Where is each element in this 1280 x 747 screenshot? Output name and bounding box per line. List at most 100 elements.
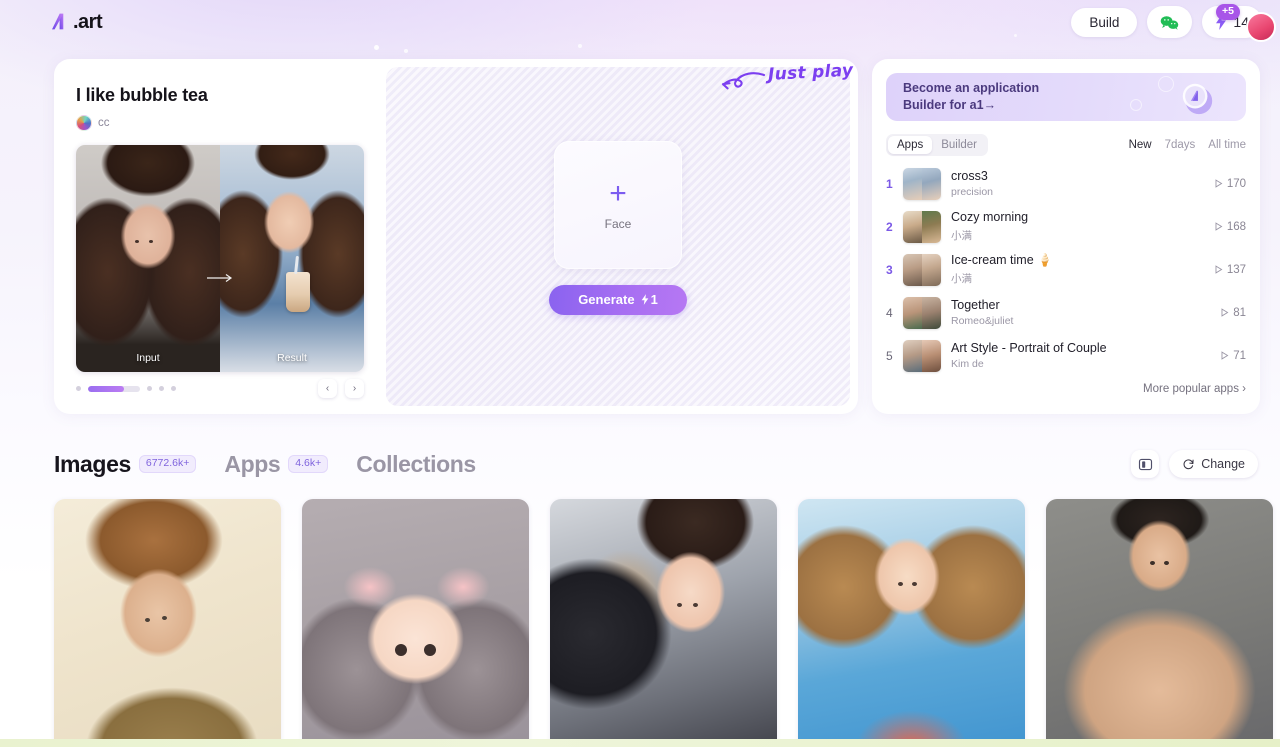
- filter-all-time[interactable]: All time: [1208, 139, 1246, 151]
- build-button[interactable]: Build: [1071, 7, 1138, 37]
- gallery-card-chibi-girl[interactable]: [302, 499, 529, 747]
- tab-collections[interactable]: Collections: [356, 451, 476, 478]
- gallery-card-illustrated-woman[interactable]: [798, 499, 1025, 747]
- background-sparkle: [404, 49, 408, 53]
- face-upload-dropzone[interactable]: + Face: [554, 140, 682, 269]
- gallery-tabs: Images 6772.6k+ Apps 4.6k+ Collections: [54, 451, 476, 478]
- carousel-dot[interactable]: [147, 386, 152, 391]
- rank-index: 4: [886, 305, 893, 320]
- tab-images[interactable]: Images 6772.6k+: [54, 450, 197, 478]
- a-logo-icon: [52, 13, 64, 30]
- carousel-prev-button[interactable]: ‹: [318, 379, 337, 398]
- result-image: Result: [220, 145, 364, 372]
- list-item[interactable]: 5 Art Style - Portrait of Couple Kim de …: [886, 334, 1246, 377]
- thumbnail: [903, 167, 941, 200]
- generate-cost: 1: [641, 292, 658, 307]
- bottom-status-bar: [0, 739, 1280, 747]
- wechat-icon: [1161, 15, 1179, 30]
- carousel-controls: ‹ ›: [76, 379, 364, 398]
- promo-line-2: Builder for a1→: [903, 98, 997, 112]
- thumbnail: [903, 253, 941, 286]
- builder-promo-banner[interactable]: Become an application Builder for a1→: [886, 73, 1246, 121]
- carousel-dot[interactable]: [159, 386, 164, 391]
- usage-count: 71: [1220, 350, 1246, 362]
- gallery-card-muscular-man[interactable]: [1046, 499, 1273, 747]
- wechat-button[interactable]: [1147, 6, 1193, 38]
- ranking-list: 1 cross3 precision 170 2 Cozy morning 小满…: [886, 162, 1246, 377]
- carousel-next-button[interactable]: ›: [345, 379, 364, 398]
- upload-label: Face: [604, 216, 632, 231]
- list-item-title: Together: [951, 297, 1000, 312]
- thumbnail: [903, 296, 941, 329]
- gallery-header: Images 6772.6k+ Apps 4.6k+ Collections C…: [54, 440, 1258, 488]
- decorative-ring: [1130, 99, 1142, 111]
- author-name: cc: [98, 117, 110, 129]
- header-actions: Build 14 +5: [1071, 4, 1276, 42]
- input-image: Input: [76, 145, 220, 372]
- bubble-tea-cup-icon: [286, 272, 311, 313]
- time-filters: New 7days All time: [1129, 139, 1246, 151]
- result-label: Result: [277, 352, 307, 364]
- carousel-dot[interactable]: [76, 386, 81, 391]
- list-item-author: Kim de: [951, 358, 984, 371]
- tab-apps-label: Apps: [224, 450, 281, 477]
- usage-count-value: 168: [1226, 220, 1246, 233]
- carousel-dot[interactable]: [171, 386, 176, 391]
- before-after-image[interactable]: Input Result: [76, 145, 364, 372]
- playground-workspace: + Face Generate 1: [386, 67, 850, 406]
- gallery-card-anime-woman-tiara[interactable]: [550, 499, 777, 747]
- hero-section: I like bubble tea cc Input Result ‹ › + …: [54, 59, 1260, 414]
- carousel-active-progress[interactable]: [88, 385, 140, 392]
- gallery-card-portrait-young-man[interactable]: [54, 499, 281, 747]
- more-popular-apps-link[interactable]: More popular apps ›: [886, 383, 1246, 395]
- ranking-toolbar: Apps Builder New 7days All time: [886, 134, 1246, 156]
- play-count-icon: [1215, 222, 1223, 231]
- play-count-icon: [1215, 265, 1223, 274]
- list-item-title: Cozy morning: [951, 210, 1029, 225]
- tab-apps[interactable]: Apps: [888, 136, 933, 154]
- thumbnail: [903, 339, 941, 372]
- arrow-right-icon: [207, 273, 233, 282]
- usage-count-value: 170: [1226, 177, 1246, 190]
- change-label: Change: [1201, 457, 1245, 471]
- more-popular-apps-label: More popular apps: [1143, 383, 1239, 395]
- change-button[interactable]: Change: [1169, 450, 1258, 478]
- filter-new[interactable]: New: [1129, 139, 1152, 151]
- gallery-section: Images 6772.6k+ Apps 4.6k+ Collections C…: [54, 440, 1273, 747]
- play-count-icon: [1215, 179, 1223, 188]
- usage-count: 81: [1220, 307, 1246, 319]
- background-sparkle: [374, 45, 379, 50]
- brand-logo[interactable]: .art: [50, 11, 103, 33]
- avatar: [76, 115, 92, 131]
- promo-text: Become an application Builder for a1→: [903, 80, 1039, 114]
- popular-apps-panel: Become an application Builder for a1→ Ap…: [872, 59, 1260, 414]
- play-count-icon: [1221, 351, 1229, 360]
- list-item[interactable]: 2 Cozy morning 小满 168: [886, 205, 1246, 248]
- tab-builder[interactable]: Builder: [932, 136, 986, 154]
- rank-index: 1: [886, 176, 893, 191]
- list-item-title: Ice-cream time 🍦: [951, 253, 1053, 268]
- list-item[interactable]: 3 Ice-cream time 🍦 小满 137: [886, 248, 1246, 291]
- list-item-meta: Together Romeo&juliet: [941, 298, 1220, 328]
- carousel-dots: [76, 385, 176, 392]
- refresh-icon: [1183, 458, 1194, 469]
- usage-count-value: 137: [1226, 263, 1246, 276]
- tab-images-label: Images: [54, 450, 131, 477]
- decorative-ring: [1158, 76, 1174, 92]
- list-item-meta: Ice-cream time 🍦 小满: [941, 253, 1214, 286]
- play-count-icon: [1221, 308, 1229, 317]
- layout-toggle-button[interactable]: [1131, 450, 1160, 478]
- background-sparkle: [578, 44, 582, 48]
- list-item-meta: cross3 precision: [941, 169, 1214, 199]
- author-row[interactable]: cc: [76, 115, 364, 131]
- credits-plus-badge[interactable]: +5: [1216, 4, 1240, 20]
- tab-apps[interactable]: Apps 4.6k+: [224, 450, 329, 478]
- apps-builder-segmented-control: Apps Builder: [886, 134, 989, 156]
- list-item[interactable]: 4 Together Romeo&juliet 81: [886, 291, 1246, 334]
- avatar[interactable]: [1246, 12, 1276, 42]
- list-item[interactable]: 1 cross3 precision 170: [886, 162, 1246, 205]
- filter-7days[interactable]: 7days: [1165, 139, 1196, 151]
- generate-button[interactable]: Generate 1: [549, 284, 687, 315]
- rank-index: 5: [886, 348, 893, 363]
- list-item-author: 小满: [951, 229, 972, 242]
